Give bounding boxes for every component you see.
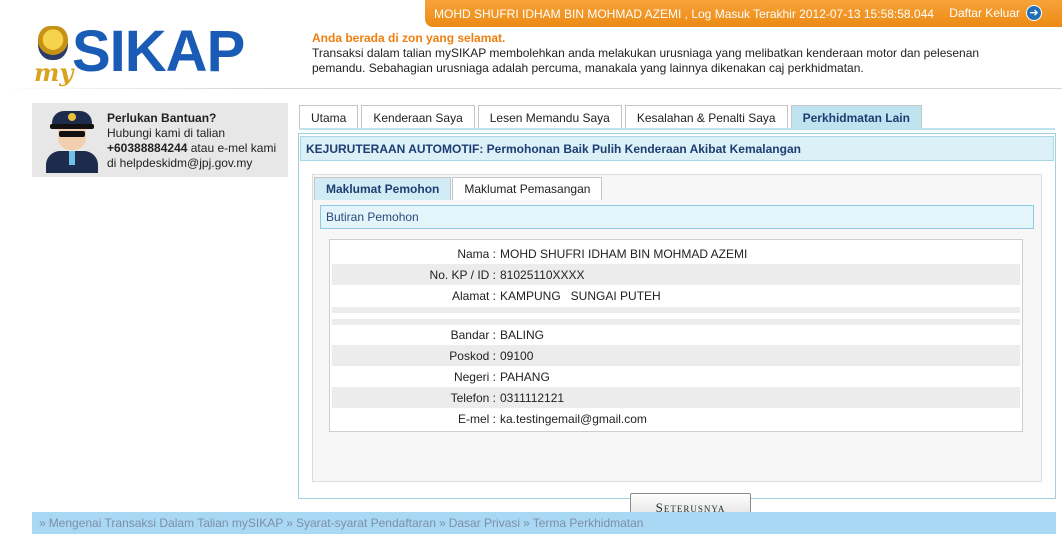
field-row-emel: E-mel : ka.testingemail@gmail.com: [332, 408, 1020, 429]
tab-kenderaan-saya[interactable]: Kenderaan Saya: [361, 105, 475, 129]
field-row-nama: Nama : MOHD SHUFRI IDHAM BIN MOHMAD AZEM…: [332, 243, 1020, 264]
field-label: No. KP / ID :: [429, 267, 496, 282]
field-value: BALING: [500, 327, 545, 342]
field-value: MOHD SHUFRI IDHAM BIN MOHMAD AZEMI: [500, 246, 748, 261]
field-label: Poskod :: [449, 348, 496, 363]
field-label: E-mel :: [457, 411, 496, 426]
field-row-telefon: Telefon : 0311112121: [332, 387, 1020, 408]
logo-sikap-text: SIKAP: [72, 19, 245, 84]
intro-section: Anda berada di zon yang selamat. Transak…: [312, 31, 1032, 76]
help-line1: Hubungi kami di talian: [107, 126, 226, 140]
subtab-maklumat-pemasangan[interactable]: Maklumat Pemasangan: [452, 177, 603, 200]
field-value: 09100: [500, 348, 534, 363]
help-text: Perlukan Bantuan? Hubungi kami di talian…: [107, 111, 276, 171]
tab-utama[interactable]: Utama: [299, 105, 359, 129]
help-email: di helpdeskidm@jpj.gov.my: [107, 156, 253, 170]
field-value: 0311112121: [500, 390, 565, 405]
safe-zone-notice: Anda berada di zon yang selamat.: [312, 31, 506, 45]
field-row-bandar: Bandar : BALING: [332, 324, 1020, 345]
help-phone: +60388884244: [107, 141, 188, 155]
logo-my-text: my: [34, 58, 74, 87]
field-label: Nama :: [457, 246, 496, 261]
field-value: KAMPUNG SUNGAI PUTEH: [500, 288, 661, 303]
intro-description: Transaksi dalam talian mySIKAP membolehk…: [312, 46, 980, 75]
applicant-details: Nama : MOHD SHUFRI IDHAM BIN MOHMAD AZEM…: [329, 239, 1023, 432]
arrow-right-icon[interactable]: ➜: [1026, 5, 1042, 21]
logout-link[interactable]: Daftar Keluar ➜: [949, 5, 1042, 21]
section-title: Butiran Pemohon: [320, 205, 1034, 229]
officer-avatar-icon: [44, 111, 100, 173]
footer-link-terma[interactable]: Terma Perkhidmatan: [533, 516, 644, 530]
tab-kesalahan-penalti-saya[interactable]: Kesalahan & Penalti Saya: [624, 105, 788, 129]
footer-separator: »: [286, 516, 293, 530]
top-user-bar: MOHD SHUFRI IDHAM BIN MOHMAD AZEMI , Log…: [425, 0, 1062, 27]
tab-perkhidmatan-lain[interactable]: Perkhidmatan Lain: [790, 105, 922, 129]
redacted-block: [663, 287, 743, 303]
footer-separator: »: [523, 516, 530, 530]
field-row-poskod: Poskod : 09100: [332, 345, 1020, 366]
logout-label[interactable]: Daftar Keluar: [949, 6, 1020, 20]
user-login-info: MOHD SHUFRI IDHAM BIN MOHMAD AZEMI , Log…: [434, 6, 934, 21]
footer-separator: »: [439, 516, 446, 530]
field-label: Alamat :: [451, 288, 496, 303]
footer-link-mengenai[interactable]: Mengenai Transaksi Dalam Talian mySIKAP: [49, 516, 284, 530]
panel-title: KEJURUTERAAN AUTOMOTIF: Permohonan Baik …: [300, 136, 1054, 161]
field-label: Bandar :: [450, 327, 496, 342]
footer-separator: »: [39, 516, 46, 530]
field-label: Negeri :: [453, 369, 496, 384]
help-line2: atau e-mel kami: [187, 141, 277, 155]
sub-tabs: Maklumat Pemohon Maklumat Pemasangan: [314, 177, 603, 200]
footer-link-syarat[interactable]: Syarat-syarat Pendaftaran: [296, 516, 436, 530]
field-label: Telefon :: [450, 390, 496, 405]
field-value: 81025110XXXX: [500, 267, 585, 282]
jpj-emblem-icon: [38, 26, 68, 60]
spacer-row: [332, 307, 1020, 313]
help-title: Perlukan Bantuan?: [107, 111, 217, 125]
content-panel: KEJURUTERAAN AUTOMOTIF: Permohonan Baik …: [298, 133, 1056, 523]
redacted-block: [787, 287, 890, 305]
field-row-kp: No. KP / ID : 81025110XXXX: [332, 264, 1020, 285]
footer-links: » Mengenai Transaksi Dalam Talian mySIKA…: [32, 512, 1056, 534]
form-container: Maklumat Pemohon Maklumat Pemasangan But…: [312, 174, 1042, 523]
help-box: Perlukan Bantuan? Hubungi kami di talian…: [32, 103, 288, 177]
main-tabs: Utama Kenderaan Saya Lesen Memandu Saya …: [299, 105, 922, 129]
tab-lesen-memandu-saya[interactable]: Lesen Memandu Saya: [477, 105, 622, 129]
field-value: PAHANG: [500, 369, 550, 384]
field-row-negeri: Negeri : PAHANG: [332, 366, 1020, 387]
footer-link-dasar-privasi[interactable]: Dasar Privasi: [449, 516, 520, 530]
field-value: ka.testingemail@gmail.com: [500, 411, 647, 426]
subtab-maklumat-pemohon[interactable]: Maklumat Pemohon: [314, 177, 452, 200]
tabs-underline: [299, 128, 1055, 130]
header-divider: [0, 88, 1062, 89]
mysikap-logo[interactable]: SIKAP my: [34, 19, 274, 87]
